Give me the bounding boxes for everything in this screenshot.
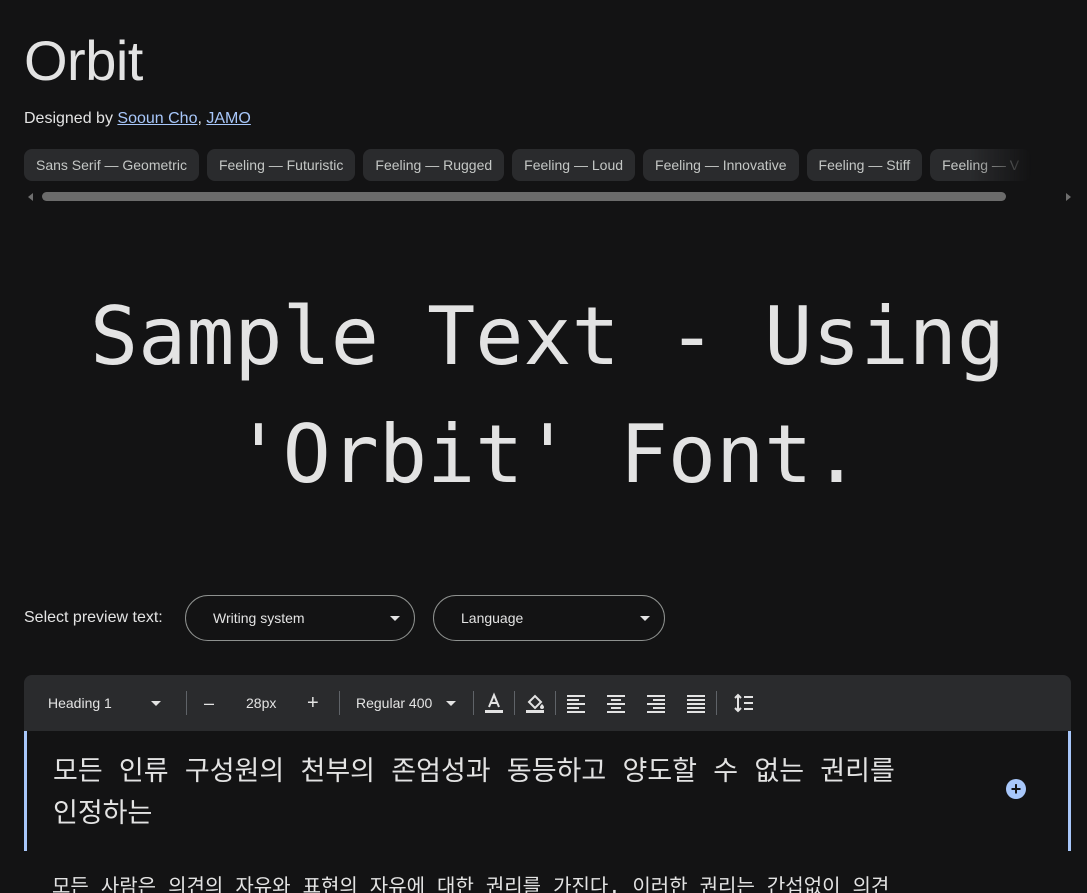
tag-chip[interactable]: Feeling — Loud [512,149,636,181]
tags-scrollbar[interactable] [24,190,1071,204]
toolbar-divider [473,691,474,715]
tag-chip[interactable]: Feeling — Futuristic [206,149,356,181]
toolbar-divider [716,691,717,715]
chevron-down-icon [390,616,400,621]
language-label: Language [461,610,524,626]
heading-text[interactable]: 모든 인류 구성원의 천부의 존엄성과 동등하고 양도할 수 없는 권리를 인정… [53,751,963,835]
text-editor: Heading 1 – 28px + Regular 400 모든 인류 구성원… [24,675,1071,893]
align-right-icon[interactable] [644,691,668,715]
align-left-icon[interactable] [564,691,588,715]
toolbar-divider [186,691,187,715]
designer-link-jamo[interactable]: JAMO [206,110,250,127]
writing-system-label: Writing system [213,610,305,626]
preview-text-label: Select preview text: [24,609,163,626]
block-style-select[interactable]: Heading 1 [48,675,112,731]
designed-by-label: Designed by [24,110,113,127]
font-specimen-page: Orbit Designed by Sooun Cho, JAMO Sans S… [0,0,1087,893]
line-height-icon[interactable] [732,691,756,715]
toolbar-divider [555,691,556,715]
toolbar-divider [339,691,340,715]
chevron-down-icon [640,616,650,621]
tag-chip[interactable]: Feeling — V [930,149,1032,181]
heading-block[interactable]: 모든 인류 구성원의 천부의 존엄성과 동등하고 양도할 수 없는 권리를 인정… [24,731,1071,851]
sample-text-preview: Sample Text - Using 'Orbit' Font. [89,290,1006,501]
font-weight-select[interactable]: Regular 400 [356,675,432,731]
chevron-down-icon[interactable] [446,701,456,706]
align-justify-icon[interactable] [684,691,708,715]
language-select[interactable]: Language [433,595,665,641]
align-center-icon[interactable] [604,691,628,715]
editor-toolbar: Heading 1 – 28px + Regular 400 [24,675,1071,731]
font-size-value[interactable]: 28px [246,675,276,731]
decrease-size-button[interactable]: – [204,675,214,731]
scrollbar-thumb[interactable] [42,192,1006,201]
highlight-color-icon[interactable] [523,691,547,715]
toolbar-divider [514,691,515,715]
scroll-left-arrow-icon[interactable] [28,193,33,201]
designer-link-sooun-cho[interactable]: Sooun Cho [117,110,197,127]
editor-content[interactable]: 모든 인류 구성원의 천부의 존엄성과 동등하고 양도할 수 없는 권리를 인정… [24,731,1071,851]
increase-size-button[interactable]: + [307,675,319,731]
add-block-button[interactable]: + [1006,779,1026,799]
chevron-down-icon[interactable] [151,701,161,706]
tag-chip[interactable]: Feeling — Stiff [806,149,923,181]
text-color-icon[interactable] [482,691,506,715]
tag-chip[interactable]: Feeling — Innovative [643,149,799,181]
tag-chip[interactable]: Feeling — Rugged [363,149,505,181]
tag-chip[interactable]: Sans Serif — Geometric [24,149,199,181]
font-title: Orbit [24,29,143,92]
writing-system-select[interactable]: Writing system [185,595,415,641]
designer-separator: , [197,110,202,127]
paragraph-text[interactable]: 모든 사람은 의견의 자유와 표현의 자유에 대한 권리를 가진다. 이러한 권… [52,871,992,893]
tag-list: Sans Serif — Geometric Feeling — Futuris… [24,149,1087,181]
designer-credit: Designed by Sooun Cho, JAMO [24,110,251,128]
scroll-right-arrow-icon[interactable] [1066,193,1071,201]
